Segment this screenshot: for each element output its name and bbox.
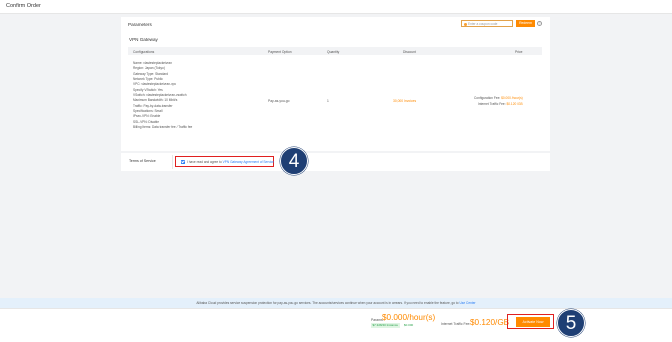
config-table-header: Configurations Payment Option Quantity D… [128, 47, 542, 55]
agree-terms-checkbox[interactable] [181, 159, 185, 164]
payment-option-value: Pay-as-you-go [268, 99, 290, 103]
internet-traffic-fee-label: Internet Traffic Fee: [478, 102, 506, 106]
terms-agreement-link[interactable]: VPN Gateway Agreement of Service [223, 160, 274, 164]
quantity-value: 1 [327, 99, 329, 103]
terms-divider [172, 155, 173, 169]
notice-link[interactable]: Use Center [459, 301, 475, 305]
internet-traffic-fee-line: Internet Traffic Fee: $0.120 /GB [478, 102, 523, 106]
top-bar: Confirm Order [0, 0, 672, 14]
notice-text: Alibaba Cloud provides service suspensio… [196, 301, 459, 305]
terms-of-service-label: Terms of Service [129, 159, 156, 163]
config-item: Billing Items: Data transfer fee / Traff… [133, 125, 193, 130]
configuration-fee-line: Configuration Fee: $0.000 /hour(s) [474, 96, 523, 100]
configuration-fee-value: $0.000 /hour(s) [501, 96, 523, 100]
terms-agreement-text: I have read and agree to VPN Gateway Agr… [187, 160, 274, 164]
coupon-code-input[interactable]: Enter a coupon code [461, 20, 513, 27]
page-title: Confirm Order [6, 3, 41, 9]
column-header-price: Price [515, 49, 523, 54]
help-icon[interactable]: ? [537, 21, 542, 26]
traffic-fee-label: Internet Traffic Fee: [441, 322, 471, 326]
step-4-badge: 4 [280, 147, 308, 175]
configuration-fee-label: Configuration Fee: [474, 96, 501, 100]
terms-prefix: I have read and agree to [187, 159, 222, 164]
params-price: $0.000/hour(s) [382, 313, 436, 322]
activate-now-button[interactable]: Activate Now [516, 317, 550, 327]
column-header-configurations: Configurations [133, 49, 155, 54]
discount-value: 30,000 Invoices [393, 99, 417, 103]
traffic-fee-price: $0.120/GB [470, 318, 510, 327]
saved-tag: $7.328/40 Instance [371, 323, 400, 328]
original-price: $0.000 [404, 323, 414, 327]
internet-traffic-fee-value: $0.120 /GB [506, 102, 523, 106]
column-header-payment-option: Payment Option [268, 49, 292, 54]
step-5-badge: 5 [557, 309, 585, 337]
coupon-placeholder: Enter a coupon code [468, 22, 498, 26]
service-suspension-notice: Alibaba Cloud provides service suspensio… [0, 298, 672, 308]
vpn-gateway-section-title: VPN Gateway [129, 37, 158, 42]
coupon-icon [463, 22, 467, 26]
redeem-button[interactable]: Redeem [516, 20, 535, 27]
column-header-discount: Discount [403, 49, 416, 54]
parameters-heading: Parameters [128, 22, 152, 27]
configuration-list: Name: vlastesteplackeivran Region: Japan… [133, 61, 192, 130]
column-header-quantity: Quantity [327, 49, 340, 54]
